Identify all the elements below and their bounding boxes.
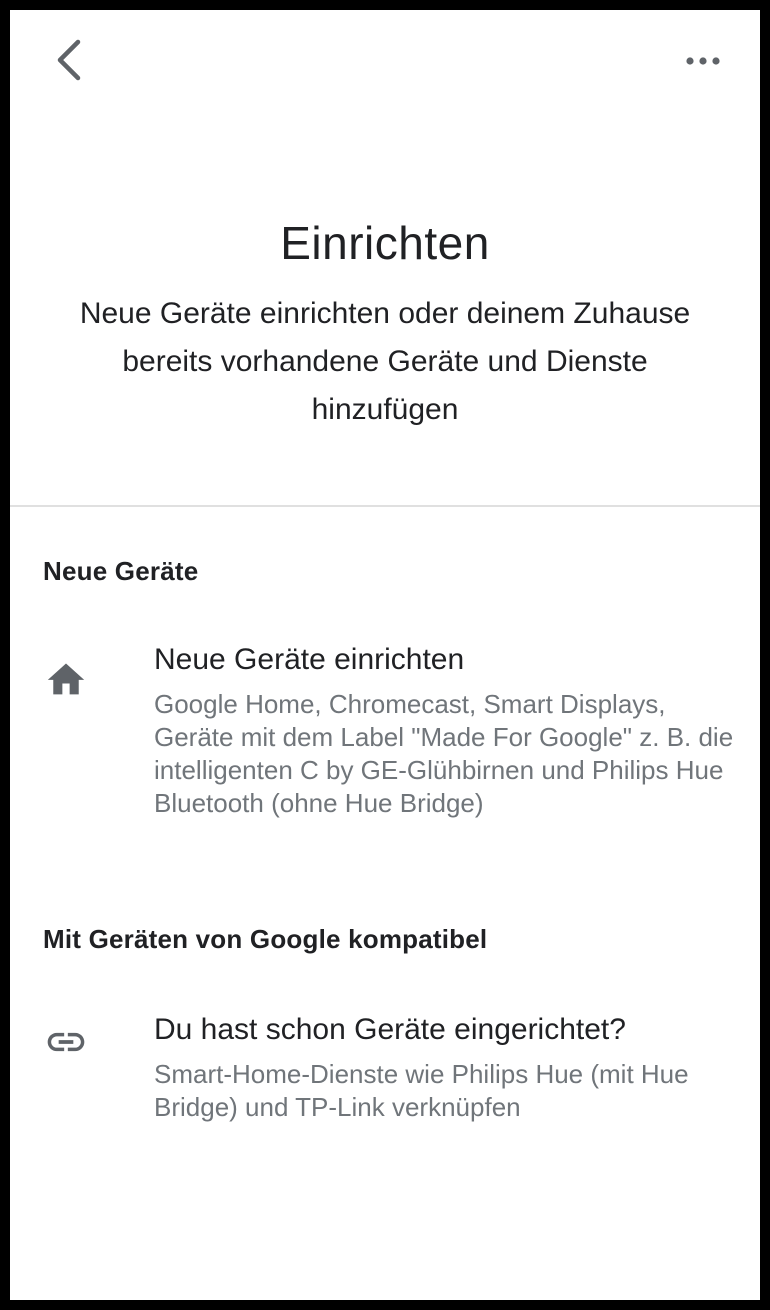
chevron-left-icon — [53, 38, 83, 87]
item-text: Du hast schon Geräte eingerichtet? Smart… — [154, 1010, 734, 1124]
page-subtitle: Neue Geräte einrichten oder deinem Zuhau… — [79, 297, 691, 426]
more-horizontal-icon — [685, 53, 721, 71]
home-icon — [42, 654, 90, 702]
item-title: Neue Geräte einrichten — [154, 643, 465, 676]
item-title: Du hast schon Geräte eingerichtet? — [154, 1013, 626, 1046]
page-title: Einrichten — [280, 217, 490, 269]
setup-screen: Einrichten Neue Geräte einrichten oder d… — [10, 10, 760, 1300]
more-options-button[interactable] — [674, 40, 732, 84]
section-title-works-with-google: Mit Geräten von Google kompatibel — [43, 924, 488, 954]
set-up-new-devices-item[interactable]: Neue Geräte einrichten Google Home, Chro… — [10, 640, 760, 860]
section-title-new-devices: Neue Geräte — [43, 556, 199, 586]
link-existing-devices-item[interactable]: Du hast schon Geräte eingerichtet? Smart… — [10, 1010, 760, 1140]
page-header: Einrichten Neue Geräte einrichten oder d… — [10, 210, 760, 434]
link-icon — [42, 1018, 90, 1066]
item-description: Smart-Home-Dienste wie Philips Hue (mit … — [154, 1059, 689, 1122]
top-app-bar — [10, 10, 760, 120]
back-button[interactable] — [46, 38, 90, 86]
item-description: Google Home, Chromecast, Smart Displays,… — [154, 689, 734, 818]
divider — [10, 505, 760, 507]
item-text: Neue Geräte einrichten Google Home, Chro… — [154, 640, 734, 820]
